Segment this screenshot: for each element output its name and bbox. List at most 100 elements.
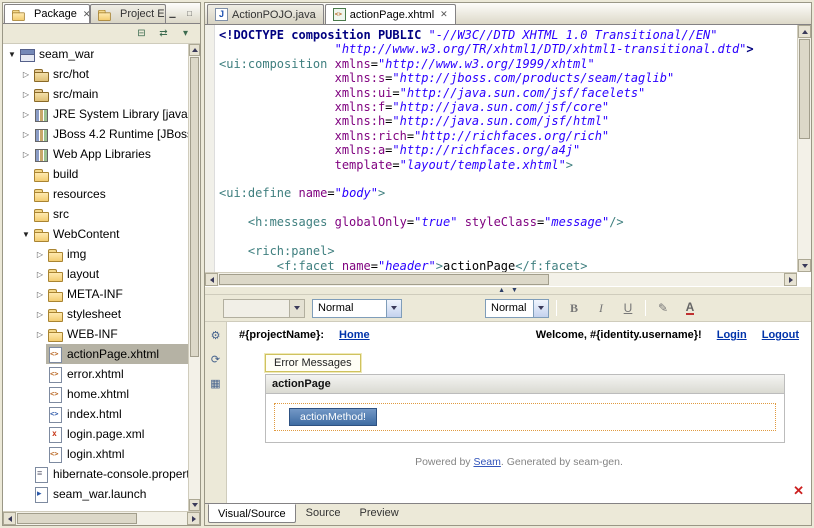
view-menu-button[interactable]: ▾ [177,26,194,42]
scroll-left-button[interactable] [205,273,218,286]
tree-item-layout[interactable]: ▷layout [3,264,188,284]
font-color-icon: A [686,302,695,315]
scroll-thumb[interactable] [219,274,549,285]
tree-item-web-app-libraries[interactable]: ▷Web App Libraries [3,144,188,164]
tree-item-seam-war[interactable]: ▼seam_war [3,44,188,64]
login-link[interactable]: Login [717,329,747,341]
rich-panel[interactable]: actionPage actionMethod! [265,374,785,443]
tree-item-hibernate-console-propertie[interactable]: hibernate-console.propertie [3,464,188,484]
expand-arrow-icon[interactable]: ▷ [34,330,46,339]
font-size-combo[interactable]: Normal [485,299,549,318]
preferences-button[interactable]: ⚙ [207,327,224,344]
tree-item-img[interactable]: ▷img [3,244,188,264]
style-combo[interactable] [223,299,305,318]
minimize-view-button[interactable]: ▁ [166,8,179,20]
tree-item-label: login.xhtml [67,447,124,461]
error-messages-placeholder[interactable]: Error Messages [265,354,361,372]
tree-item-src-main[interactable]: ▷src/main [3,84,188,104]
close-icon[interactable]: ✕ [440,9,448,20]
scroll-left-button[interactable] [3,512,16,525]
expand-arrow-icon[interactable]: ▷ [34,270,46,279]
link-with-editor-button[interactable]: ⇄ [155,26,172,42]
tab-source[interactable]: Source [297,504,350,523]
seam-link[interactable]: Seam [473,456,500,468]
paragraph-format-combo[interactable]: Normal [312,299,402,318]
source-folder-icon [33,67,49,82]
splitter-down-icon[interactable]: ▼ [511,287,518,295]
collapse-arrow-icon[interactable]: ▼ [20,230,32,239]
expand-arrow-icon[interactable]: ▷ [20,130,32,139]
tree-vertical-scrollbar[interactable] [188,44,200,511]
tab-actionpojo-java[interactable]: ActionPOJO.java [207,4,324,24]
project-name-label: #{projectName}: [239,329,324,341]
tree-item-src-hot[interactable]: ▷src/hot [3,64,188,84]
tab-preview[interactable]: Preview [351,504,408,523]
scroll-up-button[interactable] [189,44,200,56]
scroll-right-button[interactable] [784,273,797,286]
editor-vertical-scrollbar[interactable] [797,25,811,272]
scroll-down-button[interactable] [189,499,200,511]
scroll-down-button[interactable] [798,259,811,272]
tree-item-home-xhtml[interactable]: home.xhtml [3,384,188,404]
tree-item-resources[interactable]: resources [3,184,188,204]
highlight-button[interactable]: ✎ [653,298,673,318]
chevron-down-icon[interactable] [533,300,548,317]
tree-item-web-inf[interactable]: ▷WEB-INF [3,324,188,344]
tab-project-explorer[interactable]: Project E [90,4,166,23]
scroll-thumb[interactable] [17,513,137,524]
collapse-arrow-icon[interactable]: ▼ [6,50,18,59]
tab-package-explorer[interactable]: Package ✕ [4,4,90,23]
editor-splitter[interactable]: ▲ ▼ [205,286,811,295]
tree-item-actionpage-xhtml[interactable]: actionPage.xhtml [3,344,188,364]
close-icon[interactable]: ✕ [83,9,90,20]
logout-link[interactable]: Logout [762,329,799,341]
italic-button[interactable]: I [591,298,611,318]
tree-item-error-xhtml[interactable]: error.xhtml [3,364,188,384]
tab-visual-source[interactable]: Visual/Source [208,504,296,523]
tab-actionpage-xhtml[interactable]: actionPage.xhtml ✕ [325,4,456,24]
tree-item-meta-inf[interactable]: ▷ META-INF [3,284,188,304]
maximize-view-button[interactable]: □ [183,8,196,20]
tree-item-index-html[interactable]: index.html [3,404,188,424]
expand-arrow-icon[interactable]: ▷ [34,310,46,319]
refresh-button[interactable]: ⟳ [207,351,224,368]
splitter-up-icon[interactable]: ▲ [498,287,505,295]
chevron-down-icon[interactable] [289,300,304,317]
page-design-options-button[interactable]: ▦ [207,375,224,392]
home-link[interactable]: Home [339,329,370,341]
tree-horizontal-scrollbar[interactable] [3,511,200,525]
expand-arrow-icon[interactable]: ▷ [34,290,46,299]
scroll-thumb[interactable] [190,57,199,357]
editor-horizontal-scrollbar[interactable] [205,272,797,286]
underline-button[interactable]: U [618,298,638,318]
action-method-button[interactable]: actionMethod! [289,408,377,426]
expand-arrow-icon[interactable]: ▷ [20,110,32,119]
expand-arrow-icon[interactable]: ▷ [20,70,32,79]
selected-element-outline[interactable]: actionMethod! [274,403,776,431]
font-color-button[interactable]: A [680,298,700,318]
tree-item-seam-war-launch[interactable]: seam_war.launch [3,484,188,504]
bold-button[interactable]: B [564,298,584,318]
scroll-right-button[interactable] [187,512,200,525]
folder-icon [47,267,63,282]
visual-page-canvas[interactable]: #{projectName}: Home Welcome, #{identity… [227,322,811,503]
tree-item-build[interactable]: build [3,164,188,184]
tree-item-src[interactable]: src [3,204,188,224]
tree-item-login-xhtml[interactable]: login.xhtml [3,444,188,464]
visual-editor-toolbar: Normal Normal B I U ✎ A [205,295,811,322]
expand-arrow-icon[interactable]: ▷ [34,250,46,259]
chevron-down-icon[interactable] [386,300,401,317]
tree-item-label: META-INF [67,287,123,301]
source-editor[interactable]: <!DOCTYPE composition PUBLIC "-//W3C//DT… [205,25,811,286]
expand-arrow-icon[interactable]: ▷ [20,150,32,159]
tree-item-jboss-4-2-runtime-jboss-4-[interactable]: ▷JBoss 4.2 Runtime [JBoss 4. [3,124,188,144]
tree-item-stylesheet[interactable]: ▷stylesheet [3,304,188,324]
tree-item-webcontent[interactable]: ▼WebContent [3,224,188,244]
tree-item-jre-system-library-java-1-5[interactable]: ▷JRE System Library [java-1.5 [3,104,188,124]
welcome-label: Welcome, #{identity.username}! [536,329,702,341]
scroll-up-button[interactable] [798,25,811,38]
tree-item-login-page-xml[interactable]: login.page.xml [3,424,188,444]
expand-arrow-icon[interactable]: ▷ [20,90,32,99]
scroll-thumb[interactable] [799,39,810,139]
collapse-all-button[interactable]: ⊟ [133,26,150,42]
